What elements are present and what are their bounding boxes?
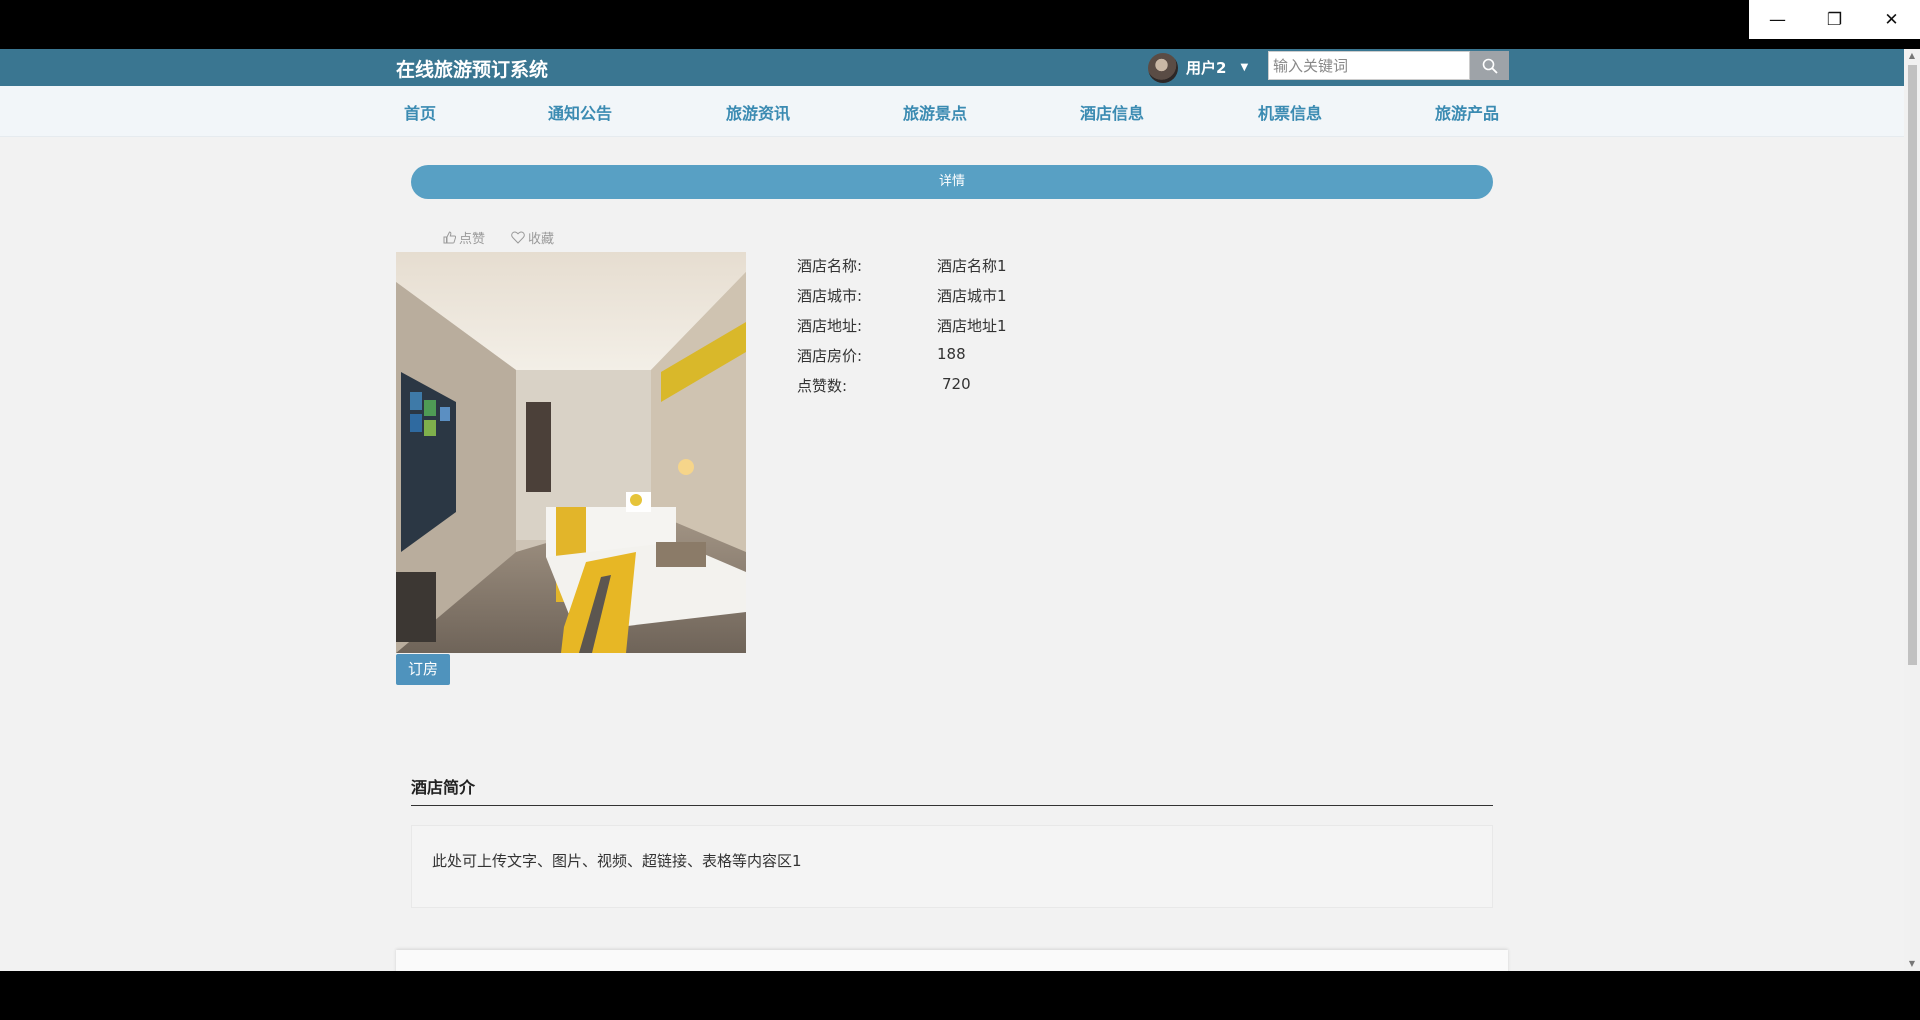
heart-icon [511, 231, 525, 244]
book-room-button[interactable]: 订房 [396, 654, 450, 685]
info-label: 酒店名称: [797, 257, 863, 275]
hotel-detail-panel: 详情 点赞 收藏 订房 酒店名称: 酒店名称1 酒店城市: 酒店城市1 酒店地址… [396, 152, 1508, 922]
site-header: 在线旅游预订系统 用户2 ▼ [0, 49, 1904, 86]
thumbs-up-icon [443, 231, 456, 244]
info-label: 酒店房价: [797, 347, 863, 365]
intro-content: 此处可上传文字、图片、视频、超链接、表格等内容区1 [411, 825, 1493, 908]
hotel-room-image [396, 252, 746, 653]
info-label: 酒店城市: [797, 287, 863, 305]
search-button[interactable] [1470, 51, 1509, 80]
page-viewport: 在线旅游预订系统 用户2 ▼ 首页 通知公告 旅游资讯 旅游景点 酒店信息 机票… [0, 49, 1904, 971]
favorite-label: 收藏 [528, 232, 555, 247]
info-label: 点赞数: [797, 377, 848, 395]
next-section-card [396, 950, 1508, 971]
info-value: 720 [942, 375, 971, 393]
search-icon [1482, 58, 1498, 74]
scrollbar-thumb[interactable] [1908, 65, 1917, 665]
nav-item-attractions[interactable]: 旅游景点 [903, 100, 967, 124]
close-button[interactable]: ✕ [1863, 0, 1920, 39]
like-label: 点赞 [459, 232, 486, 247]
info-value: 酒店城市1 [937, 287, 1007, 305]
nav-item-hotels[interactable]: 酒店信息 [1080, 100, 1144, 124]
nav-item-home[interactable]: 首页 [404, 100, 436, 124]
action-bar: 点赞 收藏 [443, 228, 554, 247]
info-value: 188 [937, 345, 966, 363]
info-value: 酒店地址1 [937, 317, 1007, 335]
nav-item-flights[interactable]: 机票信息 [1258, 100, 1322, 124]
caret-down-icon[interactable]: ▼ [1240, 62, 1248, 73]
nav-item-products[interactable]: 旅游产品 [1435, 100, 1499, 124]
window-titlebar: — ❐ ✕ [0, 0, 1920, 49]
detail-section-bar: 详情 [411, 165, 1493, 199]
nav-item-notices[interactable]: 通知公告 [548, 100, 612, 124]
hotel-room-photo [396, 252, 746, 653]
minimize-button[interactable]: — [1749, 0, 1806, 39]
divider [411, 805, 1493, 806]
avatar[interactable] [1148, 52, 1178, 83]
scrollbar[interactable]: ▲ ▼ [1904, 49, 1920, 971]
intro-title: 酒店简介 [411, 778, 476, 797]
scroll-up-icon[interactable]: ▲ [1904, 49, 1920, 63]
user-menu[interactable]: 用户2 ▼ [1148, 51, 1248, 84]
favorite-button[interactable]: 收藏 [511, 228, 554, 247]
nav-item-news[interactable]: 旅游资讯 [726, 100, 790, 124]
info-label: 酒店地址: [797, 317, 863, 335]
intro-text: 此处可上传文字、图片、视频、超链接、表格等内容区1 [432, 852, 802, 870]
screen: — ❐ ✕ 在线旅游预订系统 用户2 ▼ 首页 通知公告 旅游资讯 [0, 0, 1920, 1020]
username[interactable]: 用户2 [1186, 57, 1226, 78]
restore-button[interactable]: ❐ [1806, 0, 1863, 39]
like-button[interactable]: 点赞 [443, 228, 485, 247]
scroll-down-icon[interactable]: ▼ [1904, 957, 1920, 971]
window-controls: — ❐ ✕ [1749, 0, 1920, 39]
info-value: 酒店名称1 [937, 257, 1007, 275]
search-input[interactable] [1268, 51, 1470, 80]
site-title: 在线旅游预订系统 [396, 59, 549, 81]
main-nav: 首页 通知公告 旅游资讯 旅游景点 酒店信息 机票信息 旅游产品 [0, 86, 1904, 137]
